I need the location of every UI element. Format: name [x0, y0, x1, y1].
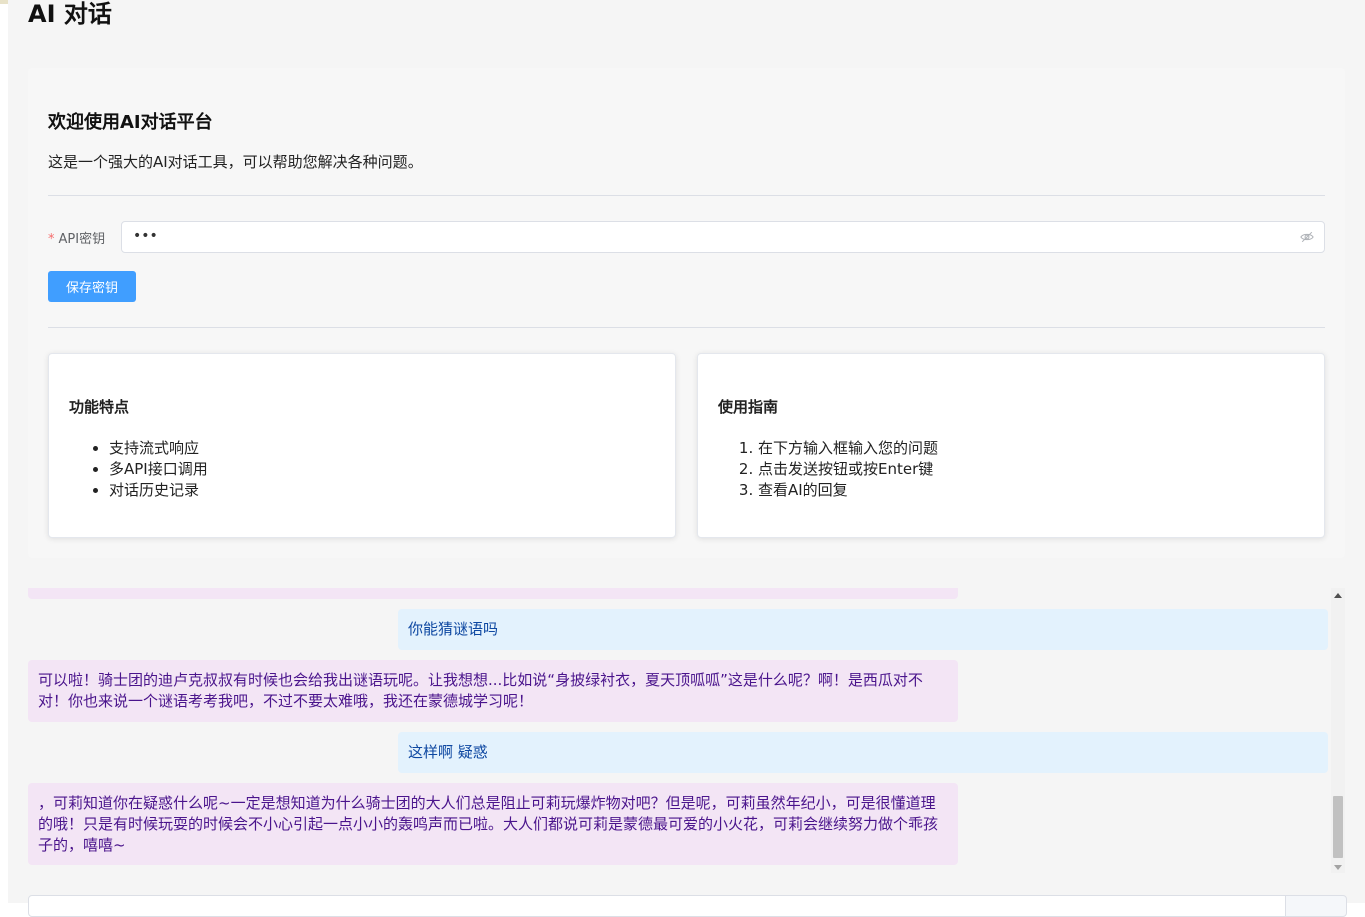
- features-card: 功能特点 支持流式响应 多API接口调用 对话历史记录: [48, 353, 676, 538]
- ai-message: 可以啦！骑士团的迪卢克叔叔有时候也会给我出谜语玩呢。让我想想...比如说“身披绿…: [28, 660, 958, 722]
- guide-card: 使用指南 在下方输入框输入您的问题 点击发送按钮或按Enter键 查看AI的回复: [697, 353, 1325, 538]
- save-key-button[interactable]: 保存密钥: [48, 271, 136, 302]
- list-item: 在下方输入框输入您的问题: [758, 438, 938, 459]
- welcome-title: 欢迎使用AI对话平台: [48, 112, 213, 133]
- user-message: 这样啊 疑惑: [398, 732, 1328, 773]
- api-key-label-text: API密钥: [58, 232, 106, 247]
- divider: [48, 327, 1325, 328]
- list-item: 点击发送按钮或按Enter键: [758, 459, 938, 480]
- api-key-value: •••: [133, 228, 158, 244]
- guide-list: 在下方输入框输入您的问题 点击发送按钮或按Enter键 查看AI的回复: [718, 438, 938, 501]
- chat-scrollbar[interactable]: [1331, 588, 1345, 873]
- list-item: 多API接口调用: [109, 459, 208, 480]
- divider: [48, 195, 1325, 196]
- ai-message: ，可莉知道你在疑惑什么呢~一定是想知道为什么骑士团的大人们总是阻止可莉玩爆炸物对…: [28, 783, 958, 865]
- guide-title: 使用指南: [718, 398, 779, 416]
- message-input[interactable]: [28, 895, 1286, 917]
- eye-hidden-icon[interactable]: [1300, 230, 1314, 244]
- api-key-label: * API密钥: [48, 228, 105, 247]
- user-message: 你能猜谜语吗: [398, 609, 1328, 650]
- required-mark: *: [48, 232, 55, 247]
- ai-message: [28, 588, 958, 599]
- chat-history[interactable]: 你能猜谜语吗 可以啦！骑士团的迪卢克叔叔有时候也会给我出谜语玩呢。让我想想...…: [28, 588, 1328, 873]
- welcome-description: 这是一个强大的AI对话工具，可以帮助您解决各种问题。: [48, 153, 423, 171]
- scroll-down-arrow-icon[interactable]: [1334, 865, 1342, 870]
- settings-panel: 欢迎使用AI对话平台 这是一个强大的AI对话工具，可以帮助您解决各种问题。 * A…: [28, 68, 1345, 558]
- features-list: 支持流式响应 多API接口调用 对话历史记录: [69, 438, 208, 501]
- page: AI 对话 欢迎使用AI对话平台 这是一个强大的AI对话工具，可以帮助您解决各种…: [8, 0, 1365, 917]
- api-key-input[interactable]: •••: [121, 221, 1325, 253]
- list-item: 支持流式响应: [109, 438, 208, 459]
- page-title: AI 对话: [28, 0, 112, 28]
- features-title: 功能特点: [69, 398, 130, 416]
- send-button[interactable]: [1285, 895, 1347, 917]
- list-item: 对话历史记录: [109, 480, 208, 501]
- scrollbar-thumb[interactable]: [1333, 796, 1343, 858]
- scroll-up-arrow-icon[interactable]: [1334, 593, 1342, 598]
- list-item: 查看AI的回复: [758, 480, 938, 501]
